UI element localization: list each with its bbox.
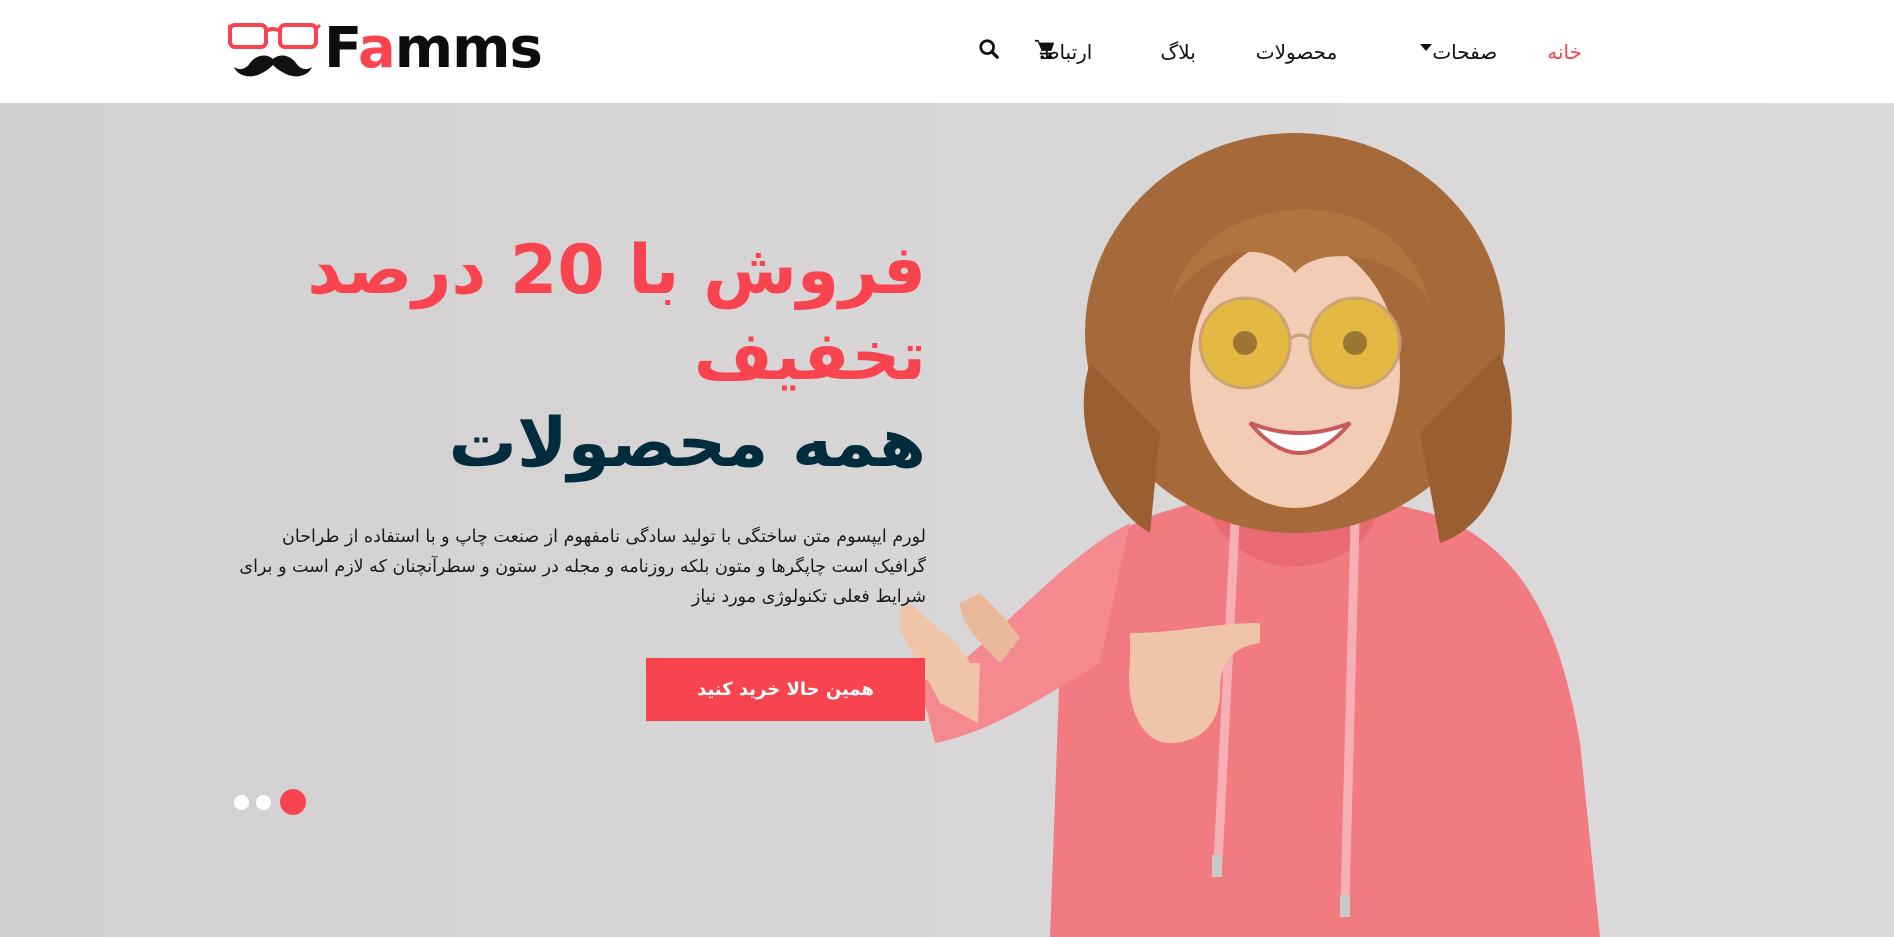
brand-name-accent: a [357, 16, 396, 81]
shop-now-button[interactable]: همین حالا خرید کنید [646, 658, 925, 721]
nav-item-home[interactable]: خانه [1547, 40, 1582, 64]
search-icon[interactable] [978, 38, 1000, 64]
nav-item-blog[interactable]: بلاگ [1160, 40, 1195, 64]
brand-name: Famms [324, 16, 543, 81]
hero-model-image [900, 133, 1600, 937]
main-nav: خانه صفحات محصولات بلاگ ارتباط [1041, 0, 1582, 103]
caret-down-icon [1420, 44, 1433, 51]
brand-logo[interactable]: Famms [228, 16, 548, 84]
hero-banner: فروش با 20 درصد تخفیف همه محصولات لورم ا… [0, 103, 1894, 937]
nav-item-pages[interactable]: صفحات [1414, 40, 1497, 64]
slider-dot-1[interactable] [280, 789, 306, 815]
slider-dot-3[interactable] [234, 794, 249, 810]
slider-dots [234, 789, 306, 815]
site-header: Famms خانه صفحات محصولات بلاگ ارتباط [0, 0, 1894, 103]
hero-description: لورم ایپسوم متن ساختگی با تولید سادگی نا… [239, 527, 926, 607]
hero-title-products: همه محصولات [448, 404, 926, 483]
slider-dot-2[interactable] [256, 794, 271, 810]
nav-item-products[interactable]: محصولات [1256, 40, 1338, 64]
nav-item-pages-label: صفحات [1432, 39, 1498, 64]
glasses-mustache-icon [228, 23, 322, 77]
hero-copy: فروش با 20 درصد تخفیف همه محصولات لورم ا… [206, 228, 926, 612]
cart-icon[interactable] [1034, 38, 1056, 64]
hero-title-sale: فروش با 20 درصد تخفیف [307, 231, 926, 396]
